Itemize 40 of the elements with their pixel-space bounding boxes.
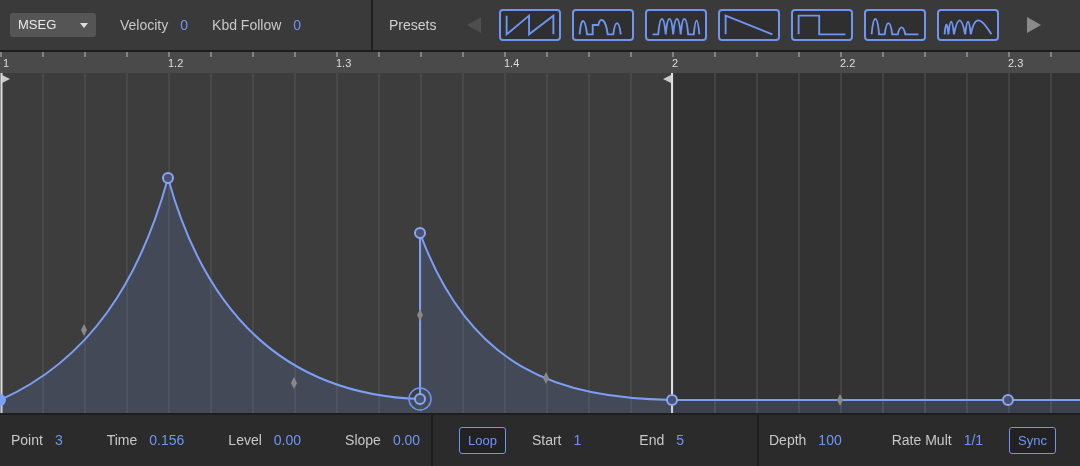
point-field-value[interactable]: 3 bbox=[54, 430, 63, 451]
preset-shape-button[interactable] bbox=[499, 9, 561, 41]
loop-field-label: End bbox=[639, 431, 665, 450]
preset-shape-button[interactable] bbox=[718, 9, 780, 41]
loop-toggle[interactable]: Loop bbox=[459, 426, 506, 455]
preset-shape-button[interactable] bbox=[791, 9, 853, 41]
kbd-follow-label: Kbd Follow bbox=[212, 15, 282, 35]
ruler-label: 2 bbox=[672, 58, 679, 69]
preset-shape-button[interactable] bbox=[864, 9, 926, 41]
loop-field-label: Start bbox=[531, 431, 562, 450]
preset-shape-button[interactable] bbox=[937, 9, 999, 41]
point-field-label: Slope bbox=[345, 431, 381, 450]
point-field-value[interactable]: 0.156 bbox=[149, 430, 185, 451]
velocity-label: Velocity bbox=[120, 15, 169, 35]
point-field-value[interactable]: 0.00 bbox=[392, 430, 421, 451]
ruler-label: 2.3 bbox=[1008, 58, 1024, 69]
ruler-label: 1.2 bbox=[168, 58, 184, 69]
ruler-label: 2.2 bbox=[840, 58, 856, 69]
preset-shape-button[interactable] bbox=[572, 9, 634, 41]
modulation-field-value[interactable]: 1/1 bbox=[963, 430, 984, 451]
sync-toggle[interactable]: Sync bbox=[1009, 426, 1056, 455]
loop-field-value[interactable]: 1 bbox=[573, 430, 582, 451]
presets-label: Presets bbox=[389, 15, 438, 35]
mode-dropdown[interactable]: MSEG bbox=[10, 13, 96, 37]
modulation-field-label: Rate Mult bbox=[891, 431, 952, 450]
next-arrow-icon[interactable] bbox=[1027, 17, 1041, 33]
velocity-value[interactable]: 0 bbox=[180, 14, 189, 36]
kbd-follow-value[interactable]: 0 bbox=[293, 14, 302, 36]
preset-shape-button[interactable] bbox=[645, 9, 707, 41]
point-field-value[interactable]: 0.00 bbox=[273, 430, 302, 451]
ruler-label: 1.4 bbox=[504, 58, 520, 69]
modulation-field-value[interactable]: 100 bbox=[818, 430, 842, 451]
loop-field-value[interactable]: 5 bbox=[676, 430, 684, 451]
point-field-label: Time bbox=[106, 431, 138, 450]
point-field-label: Level bbox=[228, 431, 262, 450]
modulation-field-label: Depth bbox=[769, 431, 807, 450]
caret-icon bbox=[80, 22, 88, 28]
ruler-label: 1.3 bbox=[336, 58, 352, 69]
ruler-label: 1 bbox=[3, 58, 10, 69]
point-field-label: Point bbox=[11, 431, 43, 450]
